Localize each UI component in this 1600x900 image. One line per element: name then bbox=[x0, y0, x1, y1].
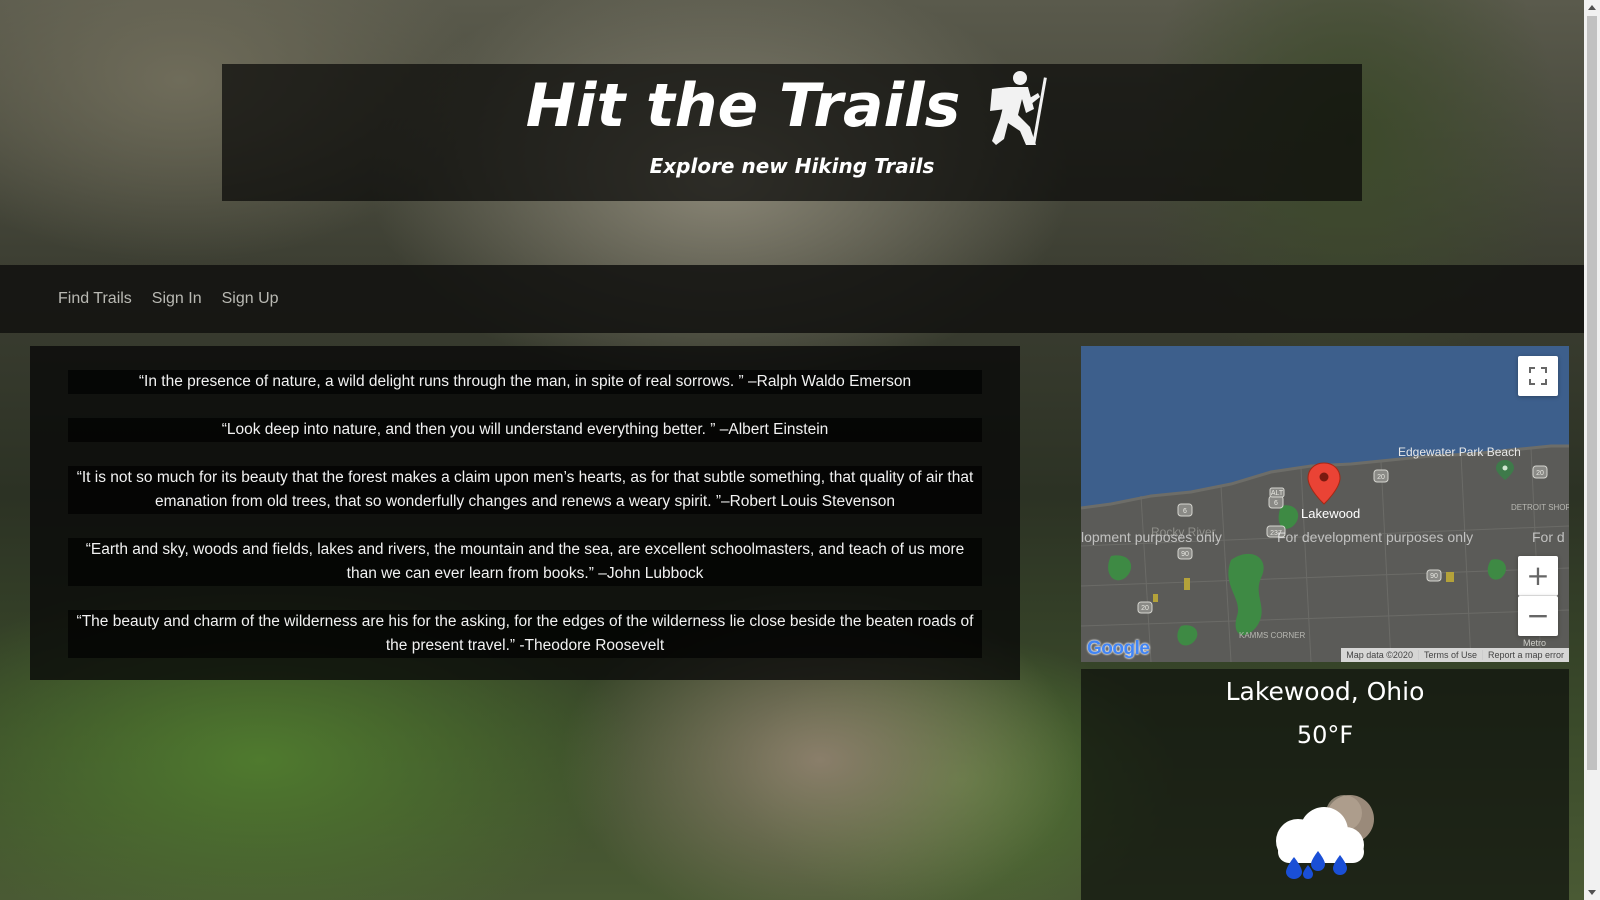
google-logo[interactable]: Google bbox=[1087, 638, 1150, 660]
report-map-error-link[interactable]: Report a map error bbox=[1481, 650, 1569, 660]
route-shield-label: 6 bbox=[1183, 508, 1187, 515]
map-label-lakewood: Lakewood bbox=[1301, 506, 1360, 521]
route-shield-label: 20 bbox=[1377, 474, 1385, 481]
plus-icon: + bbox=[1526, 558, 1550, 592]
scroll-thumb[interactable] bbox=[1587, 16, 1597, 770]
zoom-out-button[interactable]: − bbox=[1518, 596, 1558, 636]
rain-cloud-moon-icon bbox=[1276, 795, 1374, 879]
hiker-icon bbox=[990, 71, 1048, 145]
nav-sign-in[interactable]: Sign In bbox=[152, 290, 202, 308]
quote-item: “Look deep into nature, and then you wil… bbox=[68, 418, 982, 442]
map-label-kamms-corner: KAMMS CORNER bbox=[1239, 631, 1305, 640]
nav-sign-up[interactable]: Sign Up bbox=[222, 290, 279, 308]
site-title: Hit the Trails bbox=[525, 71, 961, 141]
site-header: Hit the Trails Explore new Hiking Trails bbox=[222, 64, 1362, 201]
route-shield-label: 6 bbox=[1274, 500, 1278, 507]
site-subtitle: Explore new Hiking Trails bbox=[649, 154, 935, 178]
weather-temperature: 50°F bbox=[1296, 721, 1354, 749]
map-label-edgewater: Edgewater Park Beach bbox=[1398, 445, 1521, 459]
dev-watermark-right: For d bbox=[1532, 529, 1565, 545]
dev-watermark-left: lopment purposes only bbox=[1081, 529, 1222, 545]
route-shield-label: 20 bbox=[1141, 605, 1149, 612]
map-data-credit: Map data ©2020 bbox=[1346, 650, 1413, 660]
scroll-down-icon[interactable] bbox=[1588, 890, 1596, 895]
dev-watermark-center: For development purposes only bbox=[1277, 529, 1473, 545]
nav-find-trails[interactable]: Find Trails bbox=[58, 290, 132, 308]
quote-item: “It is not so much for its beauty that t… bbox=[68, 466, 982, 514]
map-footer: Map data ©2020 Terms of Use Report a map… bbox=[1341, 648, 1569, 662]
route-shield-label: 90 bbox=[1181, 551, 1189, 558]
weather-city: Lakewood, Ohio bbox=[1225, 677, 1425, 706]
main-navbar: Find Trails Sign In Sign Up bbox=[0, 265, 1584, 333]
map-label-detroit-shoreway: DETROIT SHOREWAY bbox=[1511, 503, 1569, 512]
minus-icon: − bbox=[1526, 599, 1550, 632]
page-scrollbar[interactable] bbox=[1584, 0, 1600, 900]
fullscreen-button[interactable] bbox=[1518, 356, 1558, 396]
quote-item: “Earth and sky, woods and fields, lakes … bbox=[68, 538, 982, 586]
fullscreen-icon bbox=[1529, 367, 1547, 385]
scroll-up-icon[interactable] bbox=[1588, 5, 1596, 10]
map-widget[interactable]: 6 6 20 20 237 90 20 90 ALT Edgewater Par… bbox=[1081, 346, 1569, 662]
title-row: Hit the Trails bbox=[222, 68, 1362, 145]
route-shield-label: 20 bbox=[1536, 470, 1544, 477]
quotes-panel: “In the presence of nature, a wild delig… bbox=[30, 346, 1020, 680]
route-shield-label: 90 bbox=[1430, 573, 1438, 580]
terms-of-use-link[interactable]: Terms of Use bbox=[1417, 650, 1482, 660]
map-tiles[interactable]: 6 6 20 20 237 90 20 90 ALT Edgewater Par… bbox=[1081, 346, 1569, 662]
weather-widget: Lakewood, Ohio 50°F bbox=[1081, 669, 1569, 900]
google-logo-text: Google bbox=[1087, 638, 1150, 659]
map-label-metro: Metro bbox=[1523, 638, 1546, 648]
route-shield-label: ALT bbox=[1271, 490, 1284, 497]
zoom-in-button[interactable]: + bbox=[1518, 556, 1558, 596]
quote-item: “In the presence of nature, a wild delig… bbox=[68, 370, 982, 394]
quote-item: “The beauty and charm of the wilderness … bbox=[68, 610, 982, 658]
